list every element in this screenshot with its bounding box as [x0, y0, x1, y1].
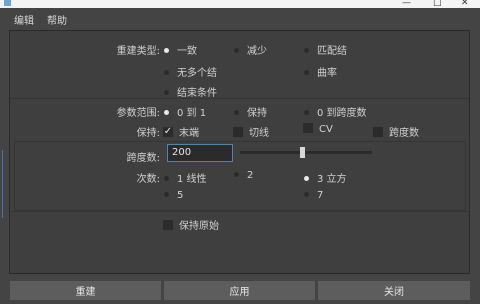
radio-0-to-1[interactable]: 0 到 1: [164, 104, 206, 119]
radio-degree-5[interactable]: 5: [164, 190, 183, 201]
radio-indicator: [304, 191, 309, 197]
check-icon: ✓: [163, 126, 173, 137]
maximize-icon[interactable]: □: [433, 0, 442, 8]
spans-label: 跨度数:: [126, 153, 160, 164]
radio-keep[interactable]: 保持: [234, 104, 267, 119]
radio-indicator: [234, 109, 239, 115]
radio-degree-7[interactable]: 7: [304, 190, 323, 201]
keep-label: 保持:: [136, 128, 160, 139]
checkbox-box: [163, 220, 173, 230]
radio-0-to-spans[interactable]: 0 到跨度数: [304, 104, 367, 119]
divider: [10, 98, 469, 99]
divider: [10, 211, 469, 212]
checkbox-ends[interactable]: ✓ 末端: [163, 124, 199, 139]
close-window-icon[interactable]: ✕: [461, 0, 469, 8]
viewport-edge: [0, 150, 3, 218]
spans-slider-handle[interactable]: [300, 147, 305, 158]
close-button[interactable]: 关闭: [318, 281, 470, 300]
title-bar: — □ ✕: [0, 0, 480, 8]
rebuild-button[interactable]: 重建: [10, 281, 161, 300]
degree-label: 次数:: [136, 174, 160, 185]
radio-degree-1[interactable]: 1 线性: [164, 170, 207, 185]
spans-slider[interactable]: [240, 151, 372, 154]
radio-indicator: [164, 191, 169, 197]
checkbox-tangents[interactable]: 切线: [233, 124, 269, 139]
radio-indicator: [164, 109, 169, 115]
app-icon: [4, 0, 11, 6]
menu-edit[interactable]: 编辑: [14, 12, 34, 27]
radio-indicator: [164, 47, 169, 53]
rebuild-type-label: 重建类型:: [116, 46, 160, 57]
radio-indicator: [304, 175, 309, 181]
menu-bar: [0, 8, 480, 30]
radio-reduce[interactable]: 减少: [234, 42, 267, 57]
radio-no-multiple-knots[interactable]: 无多个结: [164, 64, 217, 79]
checkbox-box: [233, 127, 243, 137]
spans-input[interactable]: 200: [167, 144, 233, 162]
radio-indicator: [164, 69, 169, 75]
radio-indicator: [304, 109, 309, 115]
radio-match-knots[interactable]: 匹配结: [304, 42, 347, 57]
radio-indicator: [234, 47, 239, 53]
apply-button[interactable]: 应用: [164, 281, 315, 300]
radio-indicator: [304, 47, 309, 53]
checkbox-keep-original[interactable]: 保持原始: [163, 217, 219, 232]
checkbox-num-spans[interactable]: 跨度数: [373, 124, 419, 139]
radio-indicator: [164, 89, 169, 95]
checkbox-box: [303, 123, 313, 133]
radio-degree-3[interactable]: 3 立方: [304, 170, 347, 185]
radio-end-conditions[interactable]: 结束条件: [164, 84, 217, 99]
radio-degree-2[interactable]: 2: [234, 170, 253, 181]
radio-indicator: [234, 171, 239, 177]
minimize-icon[interactable]: —: [402, 0, 411, 8]
radio-uniform[interactable]: 一致: [164, 42, 197, 57]
menu-help[interactable]: 帮助: [47, 12, 67, 27]
checkbox-cvs[interactable]: CV: [303, 123, 333, 135]
radio-indicator: [164, 175, 169, 181]
checkbox-box: [373, 127, 383, 137]
radio-indicator: [304, 69, 309, 75]
param-range-label: 参数范围:: [116, 108, 160, 119]
radio-curvature[interactable]: 曲率: [304, 64, 337, 79]
